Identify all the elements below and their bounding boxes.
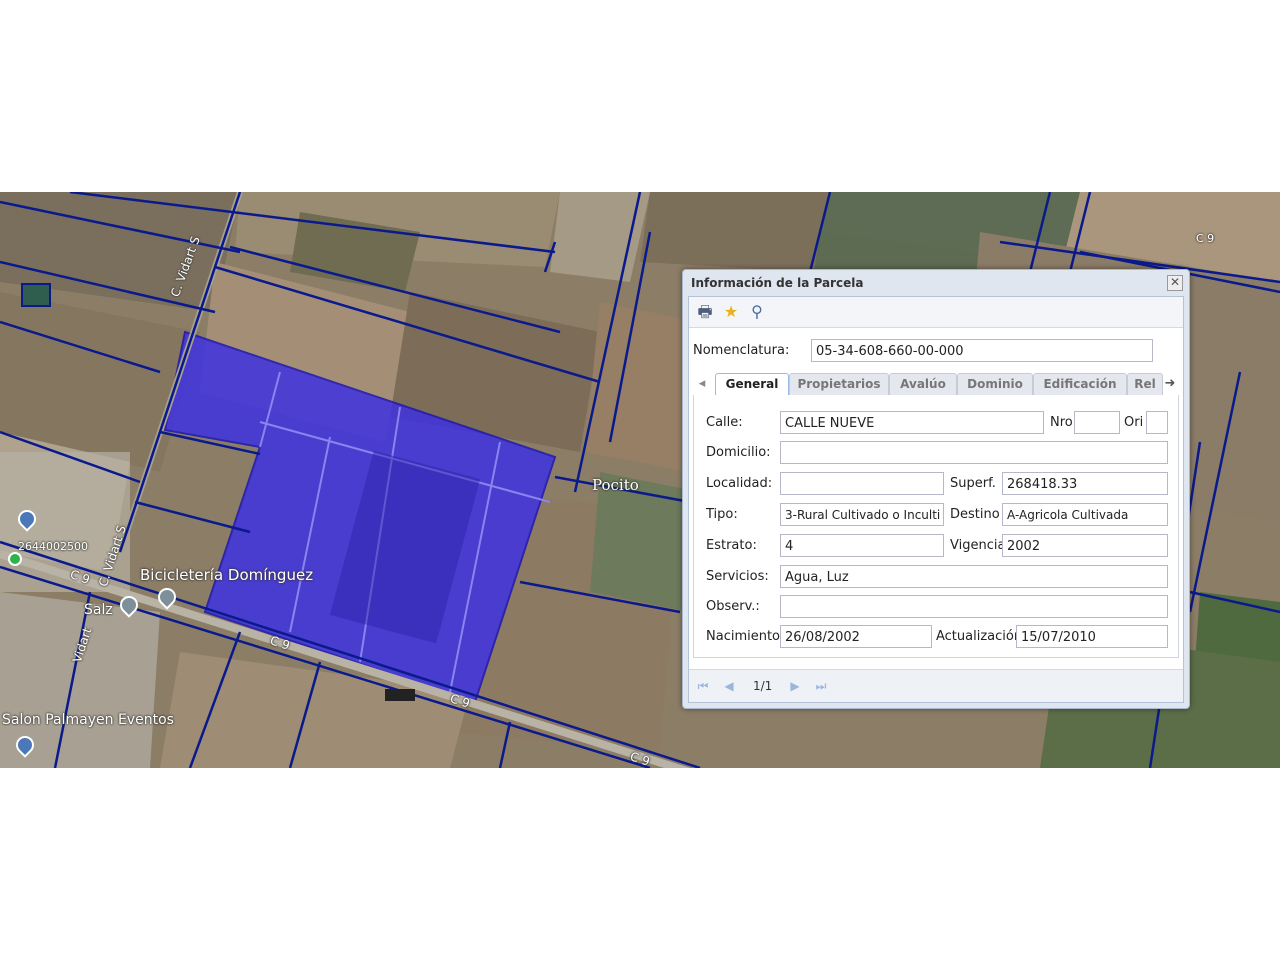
tab-avaluo[interactable]: Avalúo: [889, 373, 957, 395]
star-icon[interactable]: ★: [721, 302, 741, 322]
ori-field[interactable]: [1146, 411, 1168, 434]
nacimiento-field[interactable]: 26/08/2002: [780, 625, 932, 648]
tipo-label: Tipo:: [706, 507, 738, 522]
poi-label-phone: 2644002500: [18, 540, 88, 553]
poi-label-salz[interactable]: Salz: [84, 602, 113, 618]
pager: ⏮ ◀ 1/1 ▶ ⏭: [689, 669, 1183, 702]
tab-rel[interactable]: Rel: [1127, 373, 1163, 395]
vigencia-label: Vigencia: [950, 538, 1006, 553]
tab-strip: ◂ General Propietarios Avalúo Dominio Ed…: [693, 371, 1177, 396]
prev-page-icon[interactable]: ◀: [721, 678, 737, 694]
toolbar: 🖶 ★ ⚲: [689, 297, 1183, 328]
nomenclatura-field[interactable]: 05-34-608-660-00-000: [811, 339, 1153, 362]
tab-label: General: [725, 377, 779, 391]
domicilio-label: Domicilio:: [706, 445, 771, 460]
localidad-label: Localidad:: [706, 476, 773, 491]
superf-field[interactable]: 268418.33: [1002, 472, 1168, 495]
tab-propietarios[interactable]: Propietarios: [789, 373, 889, 395]
tab-scroll-left-icon[interactable]: ◂: [693, 375, 711, 393]
estrato-label: Estrato:: [706, 538, 757, 553]
calle-label: Calle:: [706, 415, 743, 430]
window-titlebar[interactable]: Información de la Parcela ✕: [683, 270, 1189, 296]
destino-field[interactable]: A-Agricola Cultivada: [1002, 503, 1168, 526]
close-icon[interactable]: ✕: [1167, 275, 1183, 291]
ori-label: Ori: [1124, 415, 1144, 430]
observ-field[interactable]: [780, 595, 1168, 618]
parcel-info-window: Información de la Parcela ✕ 🖶 ★ ⚲ Nomenc…: [682, 269, 1190, 709]
tab-dominio[interactable]: Dominio: [957, 373, 1033, 395]
tab-label: Propietarios: [797, 377, 881, 391]
window-body: 🖶 ★ ⚲ Nomenclatura: 05-34-608-660-00-000…: [688, 296, 1184, 703]
actualizacion-label: Actualización: [936, 629, 1023, 644]
tab-label: Rel: [1134, 377, 1156, 391]
estrato-field[interactable]: 4: [780, 534, 944, 557]
tab-label: Edificación: [1043, 377, 1117, 391]
tab-general[interactable]: General: [715, 373, 789, 396]
poi-label-bicicleteria[interactable]: Bicicletería Domínguez: [140, 566, 313, 584]
superf-label: Superf.: [950, 476, 996, 491]
window-title: Información de la Parcela: [691, 276, 864, 290]
nro-label: Nro: [1050, 415, 1073, 430]
domicilio-field[interactable]: [780, 441, 1168, 464]
observ-label: Observ.:: [706, 599, 760, 614]
nomenclatura-label: Nomenclatura:: [693, 343, 790, 358]
page-indicator: 1/1: [753, 679, 773, 693]
first-page-icon[interactable]: ⏮: [695, 678, 711, 694]
nro-field[interactable]: [1074, 411, 1120, 434]
calle-field[interactable]: CALLE NUEVE: [780, 411, 1044, 434]
street-label-c9-e: C 9: [1196, 232, 1215, 245]
servicios-field[interactable]: Agua, Luz: [780, 565, 1168, 588]
tab-label: Avalúo: [900, 377, 946, 391]
last-page-icon[interactable]: ⏭: [813, 678, 829, 694]
place-label-pocito: Pocito: [592, 476, 639, 494]
nacimiento-label: Nacimiento:: [706, 629, 785, 644]
tipo-field[interactable]: 3-Rural Cultivado o Inculti: [780, 503, 944, 526]
general-panel: Calle: CALLE NUEVE Nro Ori Domicilio: Lo…: [693, 395, 1179, 658]
next-page-icon[interactable]: ▶: [787, 678, 803, 694]
servicios-label: Servicios:: [706, 569, 769, 584]
tab-edificacion[interactable]: Edificación: [1033, 373, 1127, 395]
vigencia-field[interactable]: 2002: [1002, 534, 1168, 557]
location-dot-icon: [8, 552, 22, 566]
magnifier-icon[interactable]: ⚲: [747, 302, 767, 322]
localidad-field[interactable]: [780, 472, 944, 495]
destino-label: Destino: [950, 507, 1000, 522]
actualizacion-field[interactable]: 15/07/2010: [1016, 625, 1168, 648]
tab-label: Dominio: [967, 377, 1023, 391]
poi-label-salon[interactable]: Salon Palmayen Eventos: [2, 712, 174, 728]
tab-scroll-right-icon[interactable]: ➜: [1161, 375, 1179, 393]
printer-icon[interactable]: 🖶: [695, 302, 715, 322]
